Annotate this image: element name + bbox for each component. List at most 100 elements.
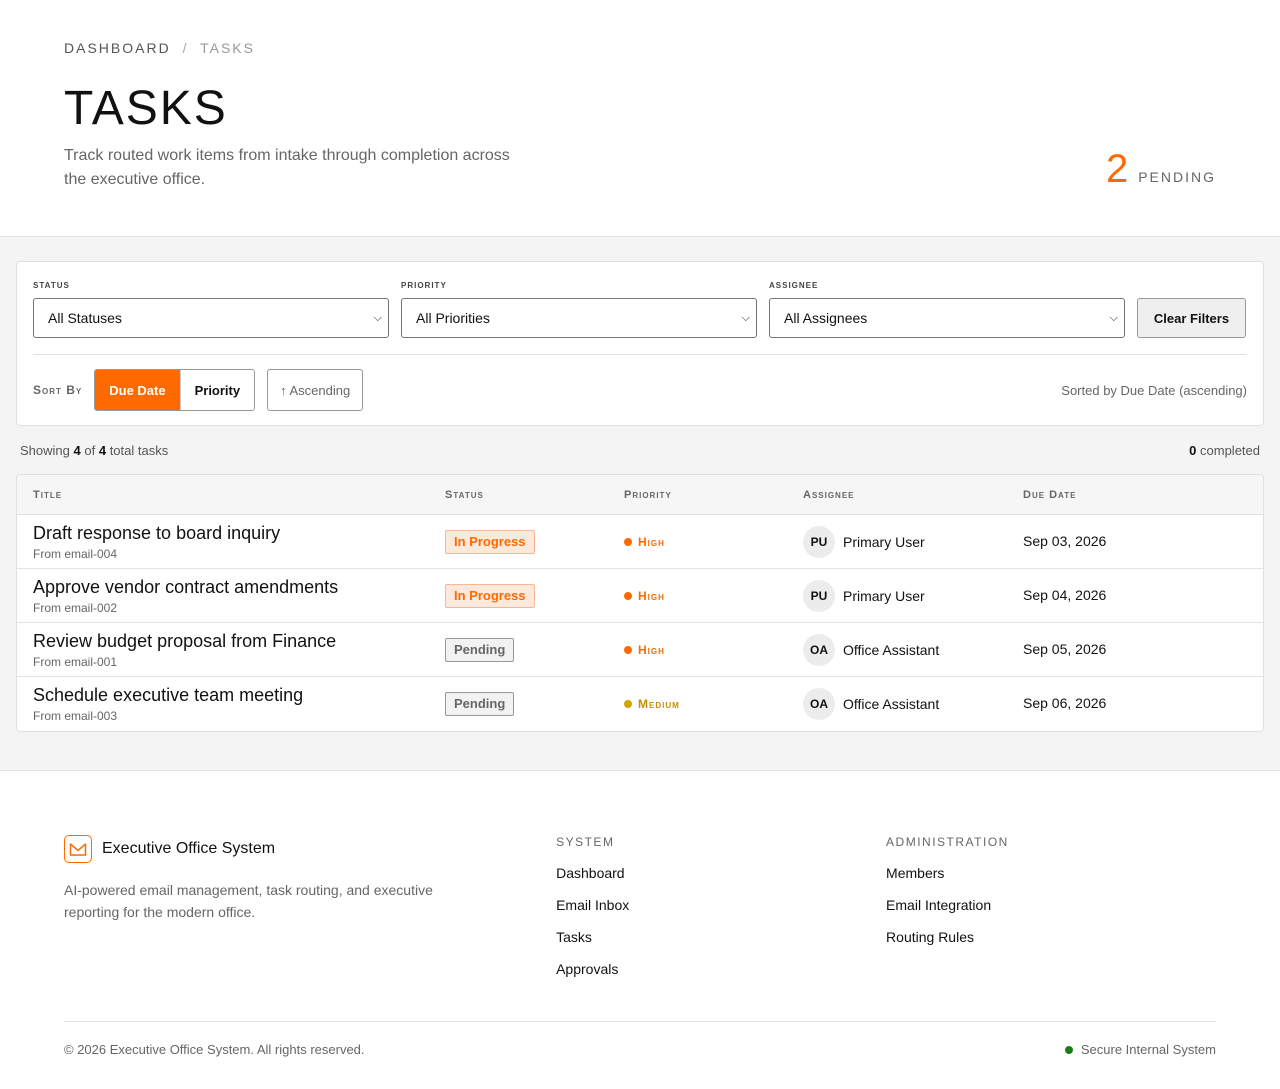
task-title[interactable]: Review budget proposal from Finance <box>33 631 445 651</box>
table-row[interactable]: Review budget proposal from Finance From … <box>17 623 1263 677</box>
status-badge: In Progress <box>445 583 535 608</box>
status-select-value: All Statuses <box>48 310 122 326</box>
assignee: PU Primary User <box>803 525 1023 558</box>
task-title-cell: Review budget proposal from Finance From … <box>17 631 445 669</box>
priority-indicator: High <box>624 535 803 549</box>
assignee-name: Primary User <box>843 587 925 604</box>
chevron-down-icon: ⌵ <box>741 311 750 324</box>
priority-dot-icon <box>624 591 632 600</box>
priority-indicator: Medium <box>624 697 803 711</box>
status-filter: Status All Statuses ⌵ <box>33 281 389 338</box>
task-priority-cell: High <box>624 643 803 657</box>
brand-name: Executive Office System <box>102 840 276 857</box>
sort-priority-button[interactable]: Priority <box>179 370 255 410</box>
page-description: Track routed work items from intake thro… <box>64 147 510 188</box>
task-title-cell: Schedule executive team meeting From emai… <box>17 685 445 723</box>
task-title[interactable]: Approve vendor contract amendments <box>33 577 445 597</box>
priority-label: High <box>638 642 665 657</box>
table-row[interactable]: Approve vendor contract amendments From e… <box>17 569 1263 623</box>
copyright: © 2026 Executive Office System. All righ… <box>64 1042 365 1057</box>
secure-status: Secure Internal System <box>1064 1042 1216 1057</box>
footer-link-members[interactable]: Members <box>886 865 1216 897</box>
task-due-cell: Sep 03, 2026 <box>1023 533 1263 551</box>
avatar: PU <box>803 579 835 612</box>
priority-dot-icon <box>624 700 632 708</box>
table-row[interactable]: Schedule executive team meeting From emai… <box>17 677 1263 731</box>
assignee-name: Office Assistant <box>843 696 940 712</box>
brand[interactable]: Executive Office System <box>64 835 556 863</box>
tasks-table: Title Status Priority Assignee Due Date … <box>16 474 1264 732</box>
mail-icon <box>64 835 92 863</box>
status-filter-label: Status <box>33 281 70 290</box>
due-date: Sep 06, 2026 <box>1023 695 1107 711</box>
priority-select[interactable]: All Priorities ⌵ <box>401 298 757 338</box>
pending-count-number: 2 <box>1105 147 1129 191</box>
sort-row: Sort By Due Date Priority ↑ Ascending So… <box>33 355 1247 425</box>
status-badge: Pending <box>445 637 515 662</box>
status-badge: In Progress <box>445 529 535 554</box>
task-status-cell: Pending <box>445 692 624 716</box>
total-count: 4 <box>98 442 107 458</box>
priority-label: High <box>638 534 665 549</box>
breadcrumb-current: Tasks <box>200 40 255 56</box>
system-heading: System <box>556 835 615 849</box>
breadcrumb-separator: / <box>182 40 189 56</box>
table-header: Title Status Priority Assignee Due Date <box>17 475 1263 515</box>
due-date: Sep 03, 2026 <box>1023 532 1107 549</box>
footer-link-routing-rules[interactable]: Routing Rules <box>886 929 1216 961</box>
column-header-status[interactable]: Status <box>445 489 624 501</box>
footer-link-email-inbox[interactable]: Email Inbox <box>556 897 886 929</box>
sort-due-date-button[interactable]: Due Date <box>95 370 180 410</box>
task-title[interactable]: Draft response to board inquiry <box>33 523 445 543</box>
assignee-filter: Assignee All Assignees ⌵ <box>769 281 1125 338</box>
completed-count: 0 completed <box>1189 442 1260 458</box>
due-date: Sep 05, 2026 <box>1023 640 1107 657</box>
breadcrumb-dashboard-link[interactable]: Dashboard <box>64 40 171 56</box>
assignee-select[interactable]: All Assignees ⌵ <box>769 298 1125 338</box>
priority-label: Medium <box>638 697 680 711</box>
footer-link-tasks[interactable]: Tasks <box>556 929 886 961</box>
secure-label: Secure Internal System <box>1080 1042 1216 1057</box>
chevron-down-icon: ⌵ <box>1109 311 1118 324</box>
task-due-cell: Sep 04, 2026 <box>1023 587 1263 605</box>
status-dot-icon <box>1064 1045 1073 1054</box>
task-due-cell: Sep 06, 2026 <box>1023 695 1263 713</box>
column-header-due-date[interactable]: Due Date <box>1023 489 1263 501</box>
footer-link-email-integration[interactable]: Email Integration <box>886 897 1216 929</box>
footer-bottom: © 2026 Executive Office System. All righ… <box>64 1021 1216 1057</box>
sort-toggle: Due Date Priority <box>94 369 256 411</box>
task-priority-cell: High <box>624 589 803 603</box>
avatar: OA <box>803 633 835 666</box>
assignee: OA Office Assistant <box>803 633 1023 666</box>
status-select[interactable]: All Statuses ⌵ <box>33 298 389 338</box>
priority-label: High <box>638 588 665 603</box>
task-assignee-cell: OA Office Assistant <box>803 688 1023 720</box>
priority-filter-label: Priority <box>401 281 447 290</box>
task-title-cell: Draft response to board inquiry From emai… <box>17 523 445 561</box>
filter-panel: Status All Statuses ⌵ Priority All Prior… <box>16 261 1264 426</box>
breadcrumb: Dashboard / Tasks <box>64 40 1216 56</box>
priority-select-value: All Priorities <box>416 310 490 326</box>
column-header-assignee[interactable]: Assignee <box>803 489 1023 501</box>
task-source: From email-002 <box>33 600 118 615</box>
task-count-row: Showing 4 of 4 total tasks 0 completed <box>16 426 1264 474</box>
task-assignee-cell: PU Primary User <box>803 579 1023 612</box>
pending-count: 2 PENDING <box>1106 148 1216 190</box>
assignee-filter-label: Assignee <box>769 281 819 290</box>
shown-count: 4 <box>73 442 81 458</box>
footer-link-dashboard[interactable]: Dashboard <box>556 865 886 897</box>
administration-heading: Administration <box>886 835 1009 849</box>
column-header-priority[interactable]: Priority <box>624 489 803 501</box>
chevron-down-icon: ⌵ <box>373 311 382 324</box>
sort-direction-button[interactable]: ↑ Ascending <box>267 369 364 411</box>
assignee: PU Primary User <box>803 579 1023 612</box>
task-status-cell: Pending <box>445 637 624 662</box>
task-title[interactable]: Schedule executive team meeting <box>33 685 445 705</box>
column-header-title[interactable]: Title <box>17 489 445 501</box>
due-date: Sep 04, 2026 <box>1023 586 1107 603</box>
clear-filters-button[interactable]: Clear Filters <box>1137 298 1246 338</box>
task-status-cell: In Progress <box>445 529 624 554</box>
table-row[interactable]: Draft response to board inquiry From emai… <box>17 515 1263 569</box>
priority-filter: Priority All Priorities ⌵ <box>401 281 757 338</box>
footer-link-approvals[interactable]: Approvals <box>556 961 886 993</box>
